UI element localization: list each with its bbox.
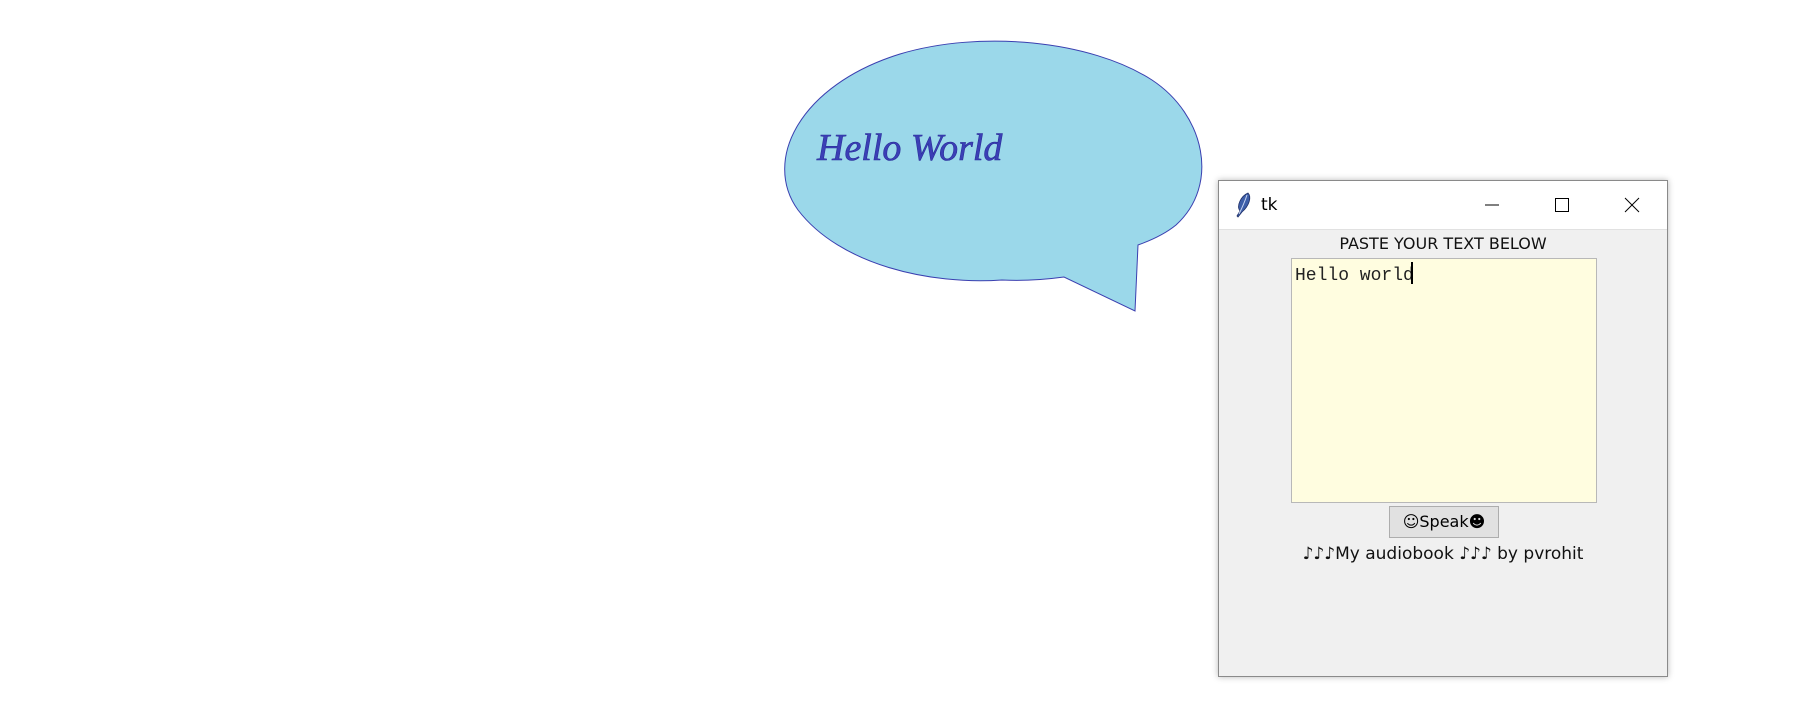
- feather-icon: [1236, 192, 1251, 218]
- window-title: tk: [1261, 195, 1278, 215]
- title-bar[interactable]: tk: [1219, 181, 1667, 230]
- desktop: Hello World tk PASTE YOUR TEXT BELOW Hel…: [0, 0, 1810, 728]
- maximize-button[interactable]: [1527, 181, 1597, 228]
- text-caret: [1410, 262, 1413, 284]
- footer-label: ♪♪♪My audiobook ♪♪♪ by pvrohit: [1302, 544, 1584, 564]
- speech-bubble: Hello World: [784, 40, 1203, 312]
- minimize-button[interactable]: [1457, 181, 1527, 228]
- close-icon: [1624, 197, 1640, 213]
- maximize-icon: [1555, 198, 1569, 212]
- close-button[interactable]: [1597, 181, 1667, 228]
- paste-heading: PASTE YOUR TEXT BELOW: [1339, 234, 1547, 253]
- text-input-value: Hello world: [1295, 266, 1414, 286]
- bubble-text: Hello World: [816, 127, 1003, 169]
- speak-button[interactable]: ☺Speak☻: [1389, 506, 1499, 538]
- tk-window: tk PASTE YOUR TEXT BELOW Hello world ☺Sp…: [1218, 180, 1668, 677]
- text-input[interactable]: Hello world: [1291, 258, 1597, 503]
- speech-bubble-shape: [784, 40, 1203, 312]
- minimize-icon: [1485, 204, 1499, 206]
- window-client-area: PASTE YOUR TEXT BELOW Hello world ☺Speak…: [1219, 230, 1667, 676]
